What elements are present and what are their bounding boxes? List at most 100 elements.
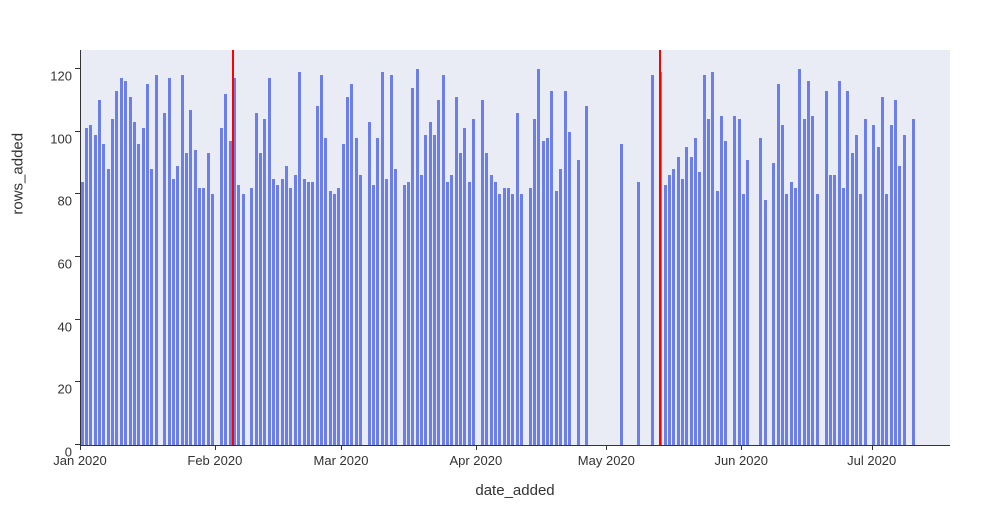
bar <box>738 119 741 445</box>
bar <box>846 91 849 445</box>
bar <box>259 153 262 445</box>
bar <box>794 188 797 445</box>
bar <box>420 175 423 445</box>
bar <box>250 188 253 445</box>
bar <box>303 179 306 445</box>
bar <box>115 91 118 445</box>
bar <box>838 81 841 445</box>
bar <box>742 194 745 445</box>
bar <box>281 179 284 445</box>
x-axis-label: date_added <box>80 482 950 499</box>
bar <box>107 169 110 445</box>
bar <box>307 182 310 445</box>
x-tick-label: Jan 2020 <box>53 453 107 468</box>
bar <box>698 172 701 445</box>
bar <box>446 182 449 445</box>
bar <box>537 69 540 445</box>
bar <box>311 182 314 445</box>
bar <box>864 119 867 445</box>
y-tick-label: 60 <box>58 256 72 271</box>
bar <box>142 128 145 445</box>
bar <box>155 75 158 445</box>
bar <box>898 166 901 445</box>
bar <box>285 166 288 445</box>
y-tick-label: 20 <box>58 382 72 397</box>
bar <box>533 119 536 445</box>
bar <box>664 185 667 445</box>
bar <box>503 188 506 445</box>
bar <box>376 138 379 445</box>
bar <box>94 135 97 445</box>
bar <box>542 141 545 445</box>
bar <box>189 110 192 445</box>
x-tick-label: Mar 2020 <box>314 453 369 468</box>
bar <box>733 116 736 445</box>
bar <box>781 125 784 445</box>
bar <box>637 182 640 445</box>
bar <box>202 188 205 445</box>
bar <box>133 122 136 445</box>
bar <box>324 138 327 445</box>
bar <box>903 135 906 445</box>
bar <box>912 119 915 445</box>
bar <box>172 179 175 445</box>
vertical-marker-line <box>232 50 234 445</box>
bar <box>294 175 297 445</box>
bar <box>668 175 671 445</box>
vertical-marker-line <box>659 50 661 445</box>
bar <box>263 119 266 445</box>
bar <box>498 194 501 445</box>
bar <box>803 119 806 445</box>
bar <box>577 160 580 445</box>
bar <box>85 128 88 445</box>
y-axis: 020406080100120 <box>0 50 80 445</box>
bar <box>316 106 319 445</box>
bar <box>337 188 340 445</box>
bar <box>881 97 884 445</box>
bar <box>859 194 862 445</box>
bar <box>411 88 414 445</box>
bar <box>490 175 493 445</box>
bar <box>690 157 693 445</box>
bar <box>194 150 197 445</box>
bar <box>720 116 723 445</box>
bar <box>759 138 762 445</box>
bar <box>442 75 445 445</box>
bar <box>320 75 323 445</box>
bar <box>185 153 188 445</box>
bar <box>268 78 271 445</box>
bar <box>424 135 427 445</box>
bar <box>516 113 519 445</box>
bar <box>237 185 240 445</box>
bar <box>677 157 680 445</box>
bar <box>224 94 227 445</box>
bar <box>798 69 801 445</box>
bar <box>585 106 588 445</box>
bar <box>272 179 275 445</box>
y-axis-label: rows_added <box>10 133 27 215</box>
y-tick-label: 80 <box>58 194 72 209</box>
bar <box>372 185 375 445</box>
bar <box>455 97 458 445</box>
bar <box>198 188 201 445</box>
bar <box>407 182 410 445</box>
bar <box>811 116 814 445</box>
bar <box>220 128 223 445</box>
bar <box>298 72 301 445</box>
bar <box>694 138 697 445</box>
bar <box>842 188 845 445</box>
bar <box>790 182 793 445</box>
bar <box>777 84 780 445</box>
bar <box>211 194 214 445</box>
bar <box>176 166 179 445</box>
bar <box>885 194 888 445</box>
bar <box>137 144 140 445</box>
bar <box>98 100 101 445</box>
bar <box>568 132 571 445</box>
bar <box>342 144 345 445</box>
bar <box>703 75 706 445</box>
x-tick-label: May 2020 <box>578 453 635 468</box>
bar <box>433 135 436 445</box>
bar <box>672 169 675 445</box>
bar <box>329 191 332 445</box>
